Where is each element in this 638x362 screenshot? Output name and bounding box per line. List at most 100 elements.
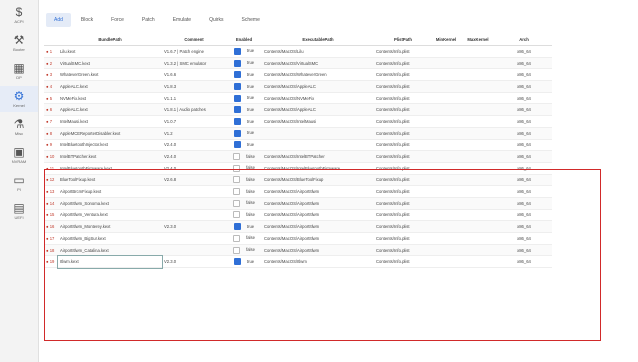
exec-cell[interactable]: Contents/MacOS/AirportItlwm <box>262 185 374 198</box>
min-cell[interactable] <box>432 197 460 210</box>
bundle-cell[interactable]: AirportItlwm_Catalina.kext <box>58 244 162 257</box>
exec-cell[interactable]: Contents/MacOS/Lilu <box>262 45 374 58</box>
arch-cell[interactable]: x86_64 <box>496 174 552 187</box>
table-row[interactable]: ● 14 AirportItlwm_Sonoma.kext false Content… <box>44 197 552 210</box>
column-header[interactable]: PlistPath <box>374 34 432 46</box>
arch-cell[interactable]: x86_64 <box>496 209 552 222</box>
exec-cell[interactable]: Contents/MacOS/IntelMausi <box>262 115 374 128</box>
sidebar-item-acpi[interactable]: $ ACPI <box>0 2 38 28</box>
enabled-checkbox[interactable] <box>233 94 241 102</box>
table-row[interactable]: ● 9 IntelBluetoothInjector.kext V2.4.0 true… <box>44 139 552 152</box>
bundle-cell[interactable]: Itlwm.kext <box>57 254 163 269</box>
max-cell[interactable] <box>460 92 496 105</box>
exec-cell[interactable]: Contents/MacOS/BlueToolFixup <box>262 174 374 187</box>
bundle-cell[interactable]: AppleALC.kext <box>58 103 162 117</box>
arch-cell[interactable]: x86_64 <box>496 197 552 210</box>
enabled-cell[interactable]: true <box>226 127 262 140</box>
arch-cell[interactable]: x86_64 <box>496 139 552 152</box>
sidebar-item-kernel[interactable]: ⚙ Kernel <box>0 86 38 112</box>
bundle-cell[interactable]: IntelBluetoothFirmware.kext <box>58 162 162 175</box>
plist-cell[interactable]: Contents/Info.plist <box>374 92 432 105</box>
bundle-cell[interactable]: AirportBrcmFixup.kext <box>58 185 162 198</box>
exec-cell[interactable]: Contents/MacOS/AppleALC <box>262 103 374 117</box>
comment-cell[interactable]: V1.1.1 <box>162 92 226 105</box>
column-header[interactable]: ExecutablePath <box>262 34 374 46</box>
comment-cell[interactable] <box>162 209 226 222</box>
max-cell[interactable] <box>460 127 496 140</box>
enabled-cell[interactable]: false <box>226 232 262 245</box>
plist-cell[interactable]: Contents/Info.plist <box>374 232 432 245</box>
min-cell[interactable] <box>432 185 460 198</box>
enabled-checkbox[interactable] <box>233 82 241 90</box>
column-header[interactable]: Comment <box>162 34 226 46</box>
table-row[interactable]: ● 6 AppleALC.kext V1.8.1 | Audio patches tr… <box>44 103 552 117</box>
max-cell[interactable] <box>460 139 496 152</box>
max-cell[interactable] <box>460 115 496 128</box>
column-header[interactable]: MinKernel <box>432 34 460 46</box>
max-cell[interactable] <box>460 232 496 245</box>
plist-cell[interactable]: Contents/Info.plist <box>374 57 432 70</box>
plist-cell[interactable]: Contents/Info.plist <box>374 139 432 152</box>
enabled-cell[interactable]: true <box>226 68 262 82</box>
arch-cell[interactable]: x86_64 <box>496 127 552 140</box>
exec-cell[interactable]: Contents/MacOS/AppleALC <box>262 80 374 93</box>
enabled-checkbox[interactable] <box>233 129 241 137</box>
arch-cell[interactable]: x86_64 <box>496 244 552 257</box>
bundle-cell[interactable]: AirportItlwm_Monterey.kext <box>58 220 162 233</box>
enabled-cell[interactable]: false <box>226 197 262 210</box>
comment-cell[interactable] <box>162 244 226 257</box>
enabled-checkbox[interactable] <box>233 164 241 172</box>
exec-cell[interactable]: Contents/MacOS/Itlwm <box>262 255 374 269</box>
min-cell[interactable] <box>432 45 460 58</box>
tab-add[interactable]: Add <box>46 13 71 27</box>
table-row[interactable]: ● 3 WhateverGreen.kext V1.6.6 true Contents/… <box>44 68 552 82</box>
sidebar-item-dp[interactable]: ▦ DP <box>0 58 38 84</box>
table-row[interactable]: ● 13 AirportBrcmFixup.kext false Contents/M… <box>44 185 552 198</box>
column-header[interactable] <box>44 34 58 46</box>
enabled-checkbox[interactable] <box>233 258 241 266</box>
bundle-cell[interactable]: IntelBluetoothInjector.kext <box>58 139 162 152</box>
min-cell[interactable] <box>432 150 460 163</box>
tab-force[interactable]: Force <box>103 13 132 27</box>
table-row[interactable]: ● 15 AirportItlwm_Ventura.kext false Conten… <box>44 209 552 222</box>
enabled-cell[interactable]: false <box>226 174 262 187</box>
tab-patch[interactable]: Patch <box>134 13 163 27</box>
bundle-cell[interactable]: AppleMCEReporterDisabler.kext <box>58 127 162 140</box>
comment-cell[interactable]: V1.0.7 <box>162 115 226 128</box>
tab-scheme[interactable]: Scheme <box>234 13 268 27</box>
sidebar-item-misc[interactable]: ⚗ Misc <box>0 114 38 140</box>
enabled-cell[interactable]: true <box>226 92 262 105</box>
enabled-cell[interactable]: false <box>226 209 262 222</box>
comment-cell[interactable]: V1.6.7 | Patch engine <box>162 45 226 58</box>
enabled-checkbox[interactable] <box>233 47 241 55</box>
exec-cell[interactable]: Contents/MacOS/NVMeFix <box>262 92 374 105</box>
enabled-cell[interactable]: false <box>226 185 262 198</box>
min-cell[interactable] <box>432 57 460 70</box>
arch-cell[interactable]: x86_64 <box>496 103 552 117</box>
plist-cell[interactable]: Contents/Info.plist <box>374 80 432 93</box>
plist-cell[interactable]: Contents/Info.plist <box>374 150 432 163</box>
table-row[interactable]: ● 18 AirportItlwm_Catalina.kext false Conte… <box>44 244 552 257</box>
max-cell[interactable] <box>460 103 496 117</box>
min-cell[interactable] <box>432 162 460 175</box>
plist-cell[interactable]: Contents/Info.plist <box>374 127 432 140</box>
comment-cell[interactable]: V2.4.0 <box>162 139 226 152</box>
enabled-cell[interactable]: true <box>226 139 262 152</box>
plist-cell[interactable]: Contents/Info.plist <box>374 185 432 198</box>
plist-cell[interactable]: Contents/Info.plist <box>374 255 432 269</box>
min-cell[interactable] <box>432 103 460 117</box>
table-row[interactable]: ● 2 VirtualSMC.kext V1.3.2 | SMC emulator t… <box>44 57 552 70</box>
bundle-cell[interactable]: AppleALC.kext <box>58 80 162 93</box>
enabled-checkbox[interactable] <box>233 59 241 67</box>
plist-cell[interactable]: Contents/Info.plist <box>374 103 432 117</box>
max-cell[interactable] <box>460 68 496 82</box>
bundle-cell[interactable]: NVMeFix.kext <box>58 92 162 105</box>
plist-cell[interactable]: Contents/Info.plist <box>374 220 432 233</box>
comment-cell[interactable]: V1.2 <box>162 127 226 140</box>
exec-cell[interactable]: Contents/MacOS/VirtualSMC <box>262 57 374 70</box>
max-cell[interactable] <box>460 197 496 210</box>
enabled-cell[interactable]: false <box>226 244 262 257</box>
arch-cell[interactable]: x86_64 <box>496 45 552 58</box>
max-cell[interactable] <box>460 57 496 70</box>
bundle-cell[interactable]: AirportItlwm_Ventura.kext <box>58 209 162 222</box>
